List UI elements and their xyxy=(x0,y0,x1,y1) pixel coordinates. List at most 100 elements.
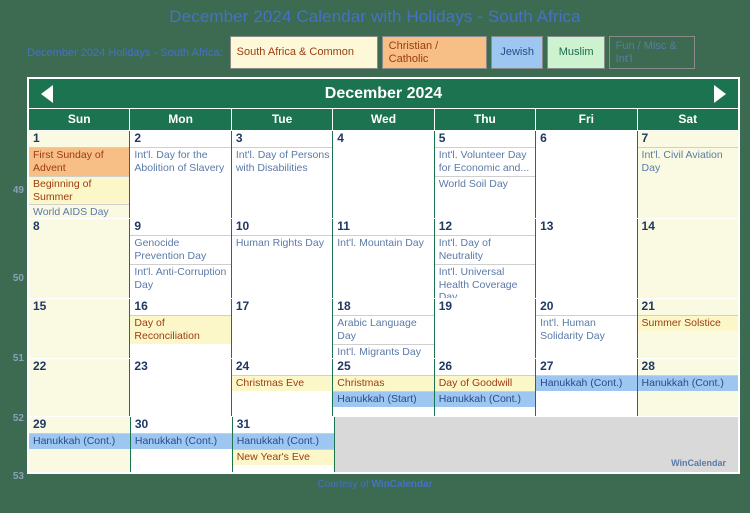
holiday-event[interactable]: Genocide Prevention Day xyxy=(130,235,231,264)
day-number: 10 xyxy=(235,219,250,234)
calendar-day-cell[interactable]: 20 Int'l. Human Solidarity Day xyxy=(536,299,638,359)
day-number: 3 xyxy=(235,131,243,146)
week-number: 49 xyxy=(12,185,24,197)
day-number: 22 xyxy=(33,359,47,374)
holiday-event[interactable]: Hanukkah (Cont.) xyxy=(29,433,130,449)
next-month-arrow-icon[interactable] xyxy=(714,84,726,103)
holiday-event[interactable]: First Sunday of Advent xyxy=(29,147,130,176)
day-number: 26 xyxy=(438,359,453,374)
calendar-day-cell[interactable]: 30 Hanukkah (Cont.) xyxy=(130,417,233,473)
weekday-header-tue: Tue xyxy=(232,109,334,131)
day-number: 11 xyxy=(337,219,350,234)
calendar-day-cell[interactable]: 3 Int'l. Day of Persons with Disabilities xyxy=(231,131,334,219)
calendar-day-cell[interactable]: 31 Hanukkah (Cont.) New Year's Eve xyxy=(232,417,335,473)
holiday-event[interactable]: Beginning of Summer xyxy=(29,175,130,205)
calendar-day-cell[interactable]: 24 Christmas Eve xyxy=(231,359,334,417)
calendar-day-cell[interactable]: 2 Int'l. Day for the Abolition of Slavery xyxy=(130,131,232,219)
holiday-event[interactable]: Int'l. Universal Health Coverage Day xyxy=(434,263,536,298)
calendar-day-cell[interactable]: 22 xyxy=(29,359,131,417)
calendar-container: 49 50 51 52 53 December 2024 Sun Mon Tue Wed Thu… xyxy=(13,77,740,482)
day-number: 12 xyxy=(438,219,453,234)
holiday-event[interactable]: Human Rights Day xyxy=(231,235,333,251)
holiday-event[interactable]: Christmas Eve xyxy=(231,375,333,391)
calendar-day-cell[interactable]: 28 Hanukkah (Cont.) xyxy=(637,359,738,417)
footer-prefix: Courtesy of xyxy=(317,479,372,491)
holiday-event[interactable]: Day of Goodwill xyxy=(434,375,536,391)
calendar-day-cell[interactable]: 12 Int'l. Day of Neutrality Int'l. Univers… xyxy=(434,219,537,299)
holiday-event[interactable]: Int'l. Day of Persons with Disabilities xyxy=(231,147,333,176)
calendar-day-cell[interactable]: 23 xyxy=(130,359,232,417)
holiday-event[interactable]: World AIDS Day xyxy=(29,204,130,218)
day-number: 25 xyxy=(337,359,351,374)
calendar-day-cell[interactable]: 8 xyxy=(29,219,131,299)
calendar-day-cell[interactable]: 15 xyxy=(29,299,131,359)
holiday-event[interactable]: Int'l. Human Solidarity Day xyxy=(536,315,637,344)
day-number: 1 xyxy=(33,131,40,146)
calendar-day-cell[interactable]: 14 xyxy=(637,219,738,299)
calendar-day-cell[interactable]: 29 Hanukkah (Cont.) xyxy=(29,417,131,473)
day-number: 21 xyxy=(641,299,655,314)
calendar-day-cell[interactable]: 17 xyxy=(231,299,334,359)
holiday-event[interactable]: New Year's Eve xyxy=(232,448,334,465)
day-number: 18 xyxy=(337,299,351,314)
holiday-event[interactable]: Int'l. Day of Neutrality xyxy=(434,235,536,264)
footer: Courtesy of WinCalendar xyxy=(0,474,750,490)
footer-brand-link[interactable]: WinCalendar xyxy=(371,479,432,490)
day-number: 31 xyxy=(236,417,251,432)
calendar-day-cell[interactable]: 4 xyxy=(333,131,435,219)
calendar-day-cell[interactable]: 7 Int'l. Civil Aviation Day xyxy=(637,131,738,219)
calendar-day-cell[interactable]: 6 xyxy=(536,131,638,219)
holiday-event[interactable]: Hanukkah (Cont.) xyxy=(637,375,738,391)
holiday-event[interactable]: Hanukkah (Cont.) xyxy=(434,390,536,407)
calendar-day-cell[interactable]: 9 Genocide Prevention Day Int'l. Anti-Corr… xyxy=(130,219,232,299)
calendar-day-cell[interactable]: 26 Day of Goodwill Hanukkah (Cont.) xyxy=(434,359,537,417)
day-number: 9 xyxy=(134,219,142,234)
legend-item-muslim[interactable]: Muslim xyxy=(546,36,605,70)
week-number: 52 xyxy=(12,413,24,425)
weekday-header-wed: Wed xyxy=(333,109,435,131)
previous-month-arrow-icon[interactable] xyxy=(41,84,53,103)
holiday-event[interactable]: Christmas xyxy=(333,375,434,391)
calendar-day-cell[interactable]: 25 Christmas Hanukkah (Start) xyxy=(333,359,435,417)
holiday-event[interactable]: Int'l. Volunteer Day for Economic and... xyxy=(434,147,536,176)
day-number: 27 xyxy=(540,359,554,374)
holiday-event[interactable]: Summer Solstice xyxy=(637,315,738,331)
day-number: 6 xyxy=(540,131,547,146)
wincalendar-watermark: WinCalendar xyxy=(671,458,726,469)
calendar-week-row: 22 23 24 Christmas Eve 25 Christmas Hanukkah (… xyxy=(29,358,738,417)
calendar-day-cell[interactable]: 19 xyxy=(434,299,537,359)
calendar-day-cell[interactable]: 1 First Sunday of Advent Beginning of Summ… xyxy=(29,131,131,219)
holiday-event[interactable]: World Soil Day xyxy=(434,175,536,192)
holiday-event[interactable]: Hanukkah (Start) xyxy=(333,390,434,407)
holiday-event[interactable]: Int'l. Migrants Day xyxy=(333,343,434,359)
weekday-header-sat: Sat xyxy=(678,112,698,127)
holiday-event[interactable]: Int'l. Civil Aviation Day xyxy=(637,147,738,176)
weekday-header-mon: Mon xyxy=(130,109,232,131)
holiday-event[interactable]: Hanukkah (Cont.) xyxy=(232,433,334,449)
calendar-day-cell[interactable]: 18 Arabic Language Day Int'l. Migrants Day xyxy=(333,299,435,359)
day-number: 20 xyxy=(540,299,554,314)
calendar-day-cell-empty xyxy=(435,417,537,473)
calendar-day-cell[interactable]: 11 Int'l. Mountain Day xyxy=(333,219,435,299)
holiday-event[interactable]: Day of Reconciliation xyxy=(130,315,231,344)
legend-item-south-africa-common[interactable]: South Africa & Common xyxy=(229,36,378,70)
holiday-event[interactable]: Arabic Language Day xyxy=(333,315,434,344)
holiday-event[interactable]: Int'l. Anti-Corruption Day xyxy=(130,263,231,293)
holiday-event[interactable]: Hanukkah (Cont.) xyxy=(130,433,232,449)
legend-item-jewish[interactable]: Jewish xyxy=(490,36,543,70)
calendar-day-cell[interactable]: 13 xyxy=(536,219,638,299)
legend-item-fun-misc-intl[interactable]: Fun / Misc & Int'l xyxy=(608,36,695,70)
legend-item-christian-catholic[interactable]: Christian / Catholic xyxy=(381,36,487,70)
calendar-day-cell[interactable]: 27 Hanukkah (Cont.) xyxy=(536,359,638,417)
holiday-event[interactable]: Hanukkah (Cont.) xyxy=(536,375,637,391)
weekday-header-fri: Fri xyxy=(536,109,638,131)
calendar-day-cell[interactable]: 16 Day of Reconciliation xyxy=(130,299,232,359)
day-number: 14 xyxy=(641,219,655,234)
weekday-header-row: Sun Mon Tue Wed Thu Fri Sat xyxy=(29,108,738,131)
calendar-day-cell[interactable]: 5 Int'l. Volunteer Day for Economic and..… xyxy=(434,131,537,219)
holiday-event[interactable]: Int'l. Mountain Day xyxy=(333,235,434,251)
day-number: 23 xyxy=(134,359,148,374)
calendar-day-cell[interactable]: 10 Human Rights Day xyxy=(231,219,334,299)
calendar-day-cell[interactable]: 21 Summer Solstice xyxy=(637,299,738,359)
holiday-event[interactable]: Int'l. Day for the Abolition of Slavery xyxy=(130,147,231,176)
